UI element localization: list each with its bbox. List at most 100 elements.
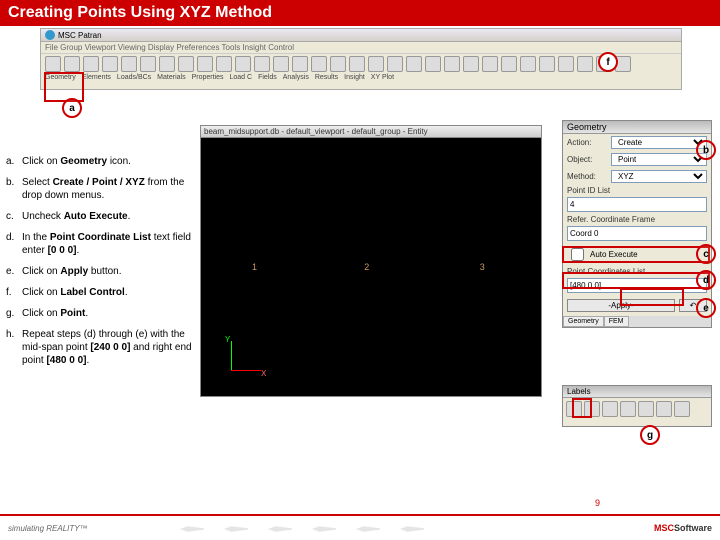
toolbar-icon[interactable] — [444, 56, 460, 72]
instruction-text: Click on Geometry icon. — [22, 155, 131, 168]
menu-bar[interactable]: File Group Viewport Viewing Display Pref… — [41, 42, 681, 54]
toolbar-icon[interactable] — [45, 56, 61, 72]
callout-g: g — [640, 425, 660, 445]
instruction-label: c. — [6, 210, 22, 223]
slide-title: Creating Points Using XYZ Method — [0, 0, 720, 26]
instructions-list: a.Click on Geometry icon.b.Select Create… — [6, 155, 196, 375]
toolbar-icon[interactable] — [425, 56, 441, 72]
toolbar-icon[interactable] — [482, 56, 498, 72]
app-title-bar: MSC Patran — [41, 29, 681, 42]
materials-tool-label[interactable]: Materials — [157, 74, 185, 81]
point-id-input[interactable] — [567, 197, 707, 212]
toolbar-icon[interactable] — [83, 56, 99, 72]
toolbar-labels: Geometry Elements Loads/BCs Materials Pr… — [41, 74, 681, 81]
callout-e-rect — [620, 288, 684, 306]
app-toolbar: MSC Patran File Group Viewport Viewing D… — [40, 28, 682, 90]
callout-d: d — [696, 270, 716, 290]
toolbar-row-1 — [41, 54, 681, 74]
instruction-label: d. — [6, 231, 22, 257]
geometry-panel-title: Geometry — [563, 121, 711, 134]
object-label: Object: — [567, 155, 607, 164]
toolbar-icon[interactable] — [197, 56, 213, 72]
xyplot-tool-label[interactable]: XY Plot — [371, 74, 394, 81]
action-select[interactable]: Create — [611, 136, 707, 149]
loads-tool-label[interactable]: Loads/BCs — [117, 74, 151, 81]
viewport-canvas[interactable]: 1 2 3 Y X — [201, 138, 541, 396]
callout-f: f — [598, 52, 618, 72]
toolbar-icon[interactable] — [121, 56, 137, 72]
analysis-tool-label[interactable]: Analysis — [283, 74, 309, 81]
instruction-label: g. — [6, 307, 22, 320]
label-icon[interactable] — [638, 401, 654, 417]
toolbar-icon[interactable] — [140, 56, 156, 72]
toolbar-icon[interactable] — [64, 56, 80, 72]
label-icon[interactable] — [656, 401, 672, 417]
app-title: MSC Patran — [58, 31, 102, 40]
instruction-row: h.Repeat steps (d) through (e) with the … — [6, 328, 196, 367]
toolbar-icon[interactable] — [577, 56, 593, 72]
point-2: 2 — [364, 262, 369, 272]
instruction-text: In the Point Coordinate List text field … — [22, 231, 196, 257]
rcf-label: Refer. Coordinate Frame — [563, 214, 711, 224]
instruction-text: Repeat steps (d) through (e) with the mi… — [22, 328, 196, 367]
toolbar-icon[interactable] — [235, 56, 251, 72]
toolbar-icon[interactable] — [349, 56, 365, 72]
toolbar-icon[interactable] — [501, 56, 517, 72]
callout-c: c — [696, 244, 716, 264]
toolbar-icon[interactable] — [311, 56, 327, 72]
instruction-text: Click on Label Control. — [22, 286, 128, 299]
footer: simulating REALITY™ MSCSoftware — [0, 516, 720, 540]
instruction-label: h. — [6, 328, 22, 367]
toolbar-icon[interactable] — [520, 56, 536, 72]
toolbar-icon[interactable] — [406, 56, 422, 72]
instruction-label: e. — [6, 265, 22, 278]
insight-tool-label[interactable]: Insight — [344, 74, 365, 81]
tab-fem[interactable]: FEM — [604, 316, 629, 327]
toolbar-icon[interactable] — [330, 56, 346, 72]
y-axis-icon — [231, 341, 232, 371]
toolbar-icon[interactable] — [539, 56, 555, 72]
tab-geometry[interactable]: Geometry — [563, 316, 604, 327]
point-id-label: Point ID List — [563, 185, 711, 195]
point-1: 1 — [252, 262, 257, 272]
x-axis-label: X — [261, 369, 266, 378]
instruction-text: Click on Point. — [22, 307, 88, 320]
toolbar-icon[interactable] — [254, 56, 270, 72]
action-label: Action: — [567, 138, 607, 147]
fields-tool-label[interactable]: Fields — [258, 74, 277, 81]
toolbar-icon[interactable] — [368, 56, 384, 72]
results-tool-label[interactable]: Results — [315, 74, 338, 81]
properties-tool-label[interactable]: Properties — [192, 74, 224, 81]
instruction-text: Select Create / Point / XYZ from the dro… — [22, 176, 196, 202]
labels-panel-title: Labels — [563, 386, 711, 398]
instruction-row: a.Click on Geometry icon. — [6, 155, 196, 168]
method-select[interactable]: XYZ — [611, 170, 707, 183]
rcf-input[interactable] — [567, 226, 707, 241]
toolbar-icon[interactable] — [273, 56, 289, 72]
toolbar-icon[interactable] — [102, 56, 118, 72]
instruction-row: g.Click on Point. — [6, 307, 196, 320]
callout-c-rect — [562, 246, 710, 263]
elements-tool-label[interactable]: Elements — [82, 74, 111, 81]
toolbar-icon[interactable] — [463, 56, 479, 72]
toolbar-icon[interactable] — [178, 56, 194, 72]
toolbar-icon[interactable] — [387, 56, 403, 72]
toolbar-icon[interactable] — [292, 56, 308, 72]
loadc-tool-label[interactable]: Load C — [229, 74, 252, 81]
toolbar-icon[interactable] — [216, 56, 232, 72]
toolbar-icon[interactable] — [159, 56, 175, 72]
instruction-row: c.Uncheck Auto Execute. — [6, 210, 196, 223]
method-label: Method: — [567, 172, 607, 181]
callout-a-rect — [44, 72, 84, 102]
instruction-text: Uncheck Auto Execute. — [22, 210, 130, 223]
label-icon[interactable] — [602, 401, 618, 417]
label-icon[interactable] — [674, 401, 690, 417]
instruction-row: e.Click on Apply button. — [6, 265, 196, 278]
y-axis-label: Y — [225, 335, 230, 344]
callout-d-rect — [562, 272, 710, 289]
label-icon[interactable] — [620, 401, 636, 417]
toolbar-icon[interactable] — [558, 56, 574, 72]
instruction-label: a. — [6, 155, 22, 168]
object-select[interactable]: Point — [611, 153, 707, 166]
point-3: 3 — [480, 262, 485, 272]
